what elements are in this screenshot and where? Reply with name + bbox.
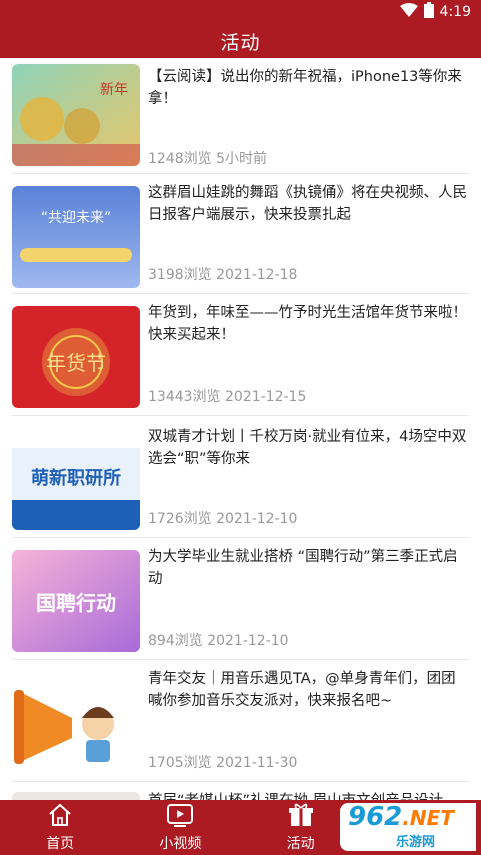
view-count: 13443浏览	[148, 389, 221, 405]
item-meta: 1248浏览 5小时前	[148, 148, 267, 168]
nav-label: 首页	[46, 835, 75, 852]
item-title[interactable]: 年货到，年味至——竹予时光生活馆年货节来啦！快来买起来！	[148, 302, 468, 346]
view-count: 1248浏览	[148, 151, 212, 167]
thumb-caption: 国聘行动	[36, 591, 116, 615]
status-icons: 4:19	[399, 1, 471, 23]
item-meta: 3198浏览 2021-12-18	[148, 264, 297, 284]
home-icon	[47, 803, 73, 833]
nav-label: 活动	[286, 835, 315, 852]
item-date: 2021-12-10	[207, 633, 289, 649]
item-thumbnail: 国聘行动	[12, 550, 140, 652]
item-thumbnail: 新年	[12, 64, 140, 166]
nav-label: 小视频	[159, 835, 202, 852]
gift-icon	[288, 803, 314, 833]
list-item[interactable]: 年货节 年货到，年味至——竹予时光生活馆年货节来啦！快来买起来！ 13443浏览…	[12, 294, 469, 416]
watermark-logo: 962.NET	[348, 802, 454, 832]
item-thumbnail	[12, 792, 140, 800]
status-time: 4:19	[439, 4, 471, 20]
item-date: 2021-11-30	[216, 755, 298, 771]
item-title[interactable]: 首届“老媒山杯”礼课在坳 眉山市文创产品设计	[148, 790, 468, 800]
item-meta: 894浏览 2021-12-10	[148, 630, 289, 650]
wifi-icon	[399, 2, 418, 22]
item-title[interactable]: 青年交友｜用音乐遇见TA，@单身青年们，团团喊你参加音乐交友派对，快来报名吧~	[148, 668, 468, 712]
header: 活动	[0, 24, 481, 58]
list-item[interactable]: 青年交友｜用音乐遇见TA，@单身青年们，团团喊你参加音乐交友派对，快来报名吧~ …	[12, 660, 469, 782]
item-title[interactable]: 双城青才计划丨千校万岗·就业有位来，4场空中双选会“职”等你来	[148, 426, 468, 470]
view-count: 1705浏览	[148, 755, 212, 771]
item-title[interactable]: 这群眉山娃跳的舞蹈《执镜俑》将在央视频、人民日报客户端展示，快来投票扎起	[148, 182, 468, 226]
thumb-caption: “共迎未来”	[41, 210, 112, 226]
site-watermark: 962.NET 乐游网	[340, 803, 476, 851]
thumb-caption: 萌新职研所	[31, 467, 121, 489]
item-thumbnail: 年货节	[12, 306, 140, 408]
view-count: 3198浏览	[148, 267, 212, 283]
item-date: 2021-12-18	[216, 267, 298, 283]
list-item[interactable]: 国聘行动 为大学毕业生就业搭桥 “国聘行动”第三季正式启动 894浏览 2021…	[12, 538, 469, 660]
page-title: 活动	[220, 31, 261, 54]
item-title[interactable]: 为大学毕业生就业搭桥 “国聘行动”第三季正式启动	[148, 546, 468, 590]
status-bar: 4:19	[0, 0, 481, 24]
battery-icon	[423, 1, 434, 23]
item-meta: 1726浏览 2021-12-10	[148, 508, 297, 528]
view-count: 894浏览	[148, 633, 203, 649]
item-thumbnail	[12, 672, 140, 774]
list-item[interactable]: 新年 【云阅读】说出你的新年祝福，iPhone13等你来拿！ 1248浏览 5小…	[12, 62, 469, 174]
thumb-caption: 年货节	[46, 351, 106, 375]
watermark-subtitle: 乐游网	[396, 835, 436, 850]
activity-feed[interactable]: 新年 【云阅读】说出你的新年祝福，iPhone13等你来拿！ 1248浏览 5小…	[0, 58, 481, 800]
item-meta: 1705浏览 2021-11-30	[148, 752, 297, 772]
nav-home[interactable]: 首页	[0, 800, 120, 855]
item-thumbnail: “共迎未来”	[12, 186, 140, 288]
thumb-caption: 新年	[100, 82, 128, 98]
list-item[interactable]: 萌新职研所 双城青才计划丨千校万岗·就业有位来，4场空中双选会“职”等你来 17…	[12, 416, 469, 538]
item-thumbnail: 萌新职研所	[12, 428, 140, 530]
list-item[interactable]: “共迎未来” 这群眉山娃跳的舞蹈《执镜俑》将在央视频、人民日报客户端展示，快来投…	[12, 174, 469, 294]
view-count: 1726浏览	[148, 511, 212, 527]
item-title[interactable]: 【云阅读】说出你的新年祝福，iPhone13等你来拿！	[148, 66, 468, 110]
list-item[interactable]: 首届“老媒山杯”礼课在坳 眉山市文创产品设计	[12, 782, 469, 800]
item-date: 2021-12-15	[225, 389, 307, 405]
nav-video[interactable]: 小视频	[120, 800, 240, 855]
item-date: 5小时前	[216, 151, 268, 167]
item-meta: 13443浏览 2021-12-15	[148, 386, 306, 406]
video-icon	[166, 803, 194, 833]
item-date: 2021-12-10	[216, 511, 298, 527]
